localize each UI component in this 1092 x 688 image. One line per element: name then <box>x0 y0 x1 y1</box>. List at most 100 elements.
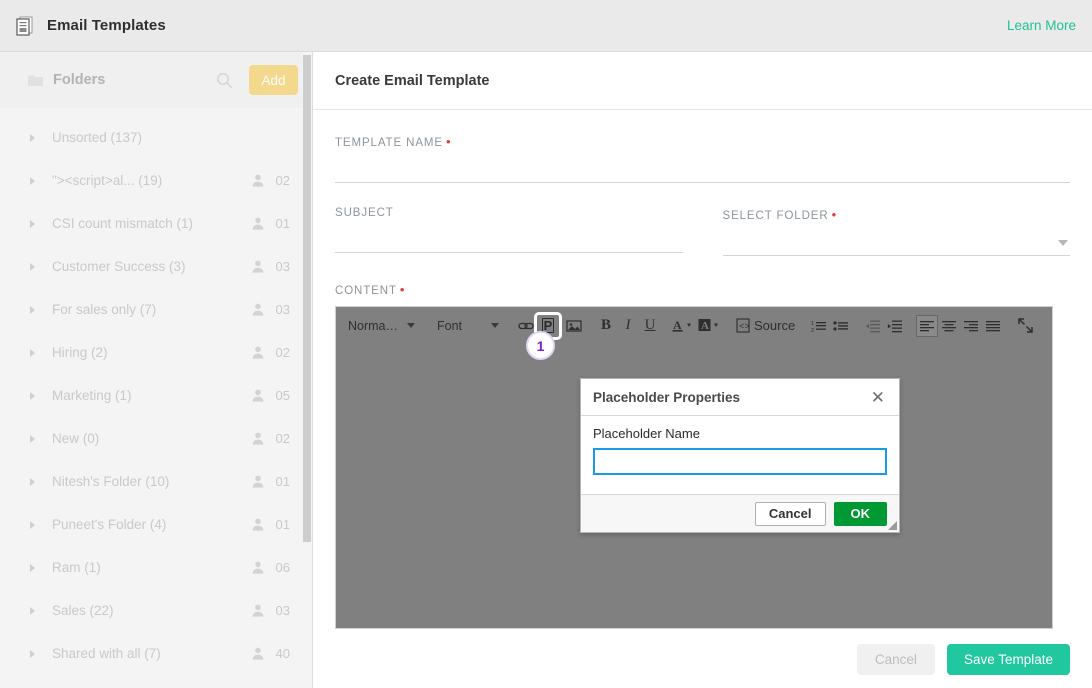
paragraph-format-dropdown[interactable]: Norma… <box>342 314 421 338</box>
editor-toolbar: Norma… Font P B I U A A <> Source 1 2 <box>336 307 1052 344</box>
placeholder-name-input[interactable] <box>593 448 887 475</box>
subject-label: SUBJECT <box>335 207 394 219</box>
svg-text:1: 1 <box>811 321 814 327</box>
folder-share-count: 05 <box>275 388 290 403</box>
maximize-icon[interactable] <box>1014 315 1036 337</box>
select-folder-input[interactable] <box>722 222 1070 256</box>
subject-input[interactable] <box>335 219 683 253</box>
folder-name: For sales only (7) <box>52 302 157 317</box>
chevron-down-icon <box>407 323 416 328</box>
template-name-input[interactable] <box>335 149 1070 183</box>
align-right-icon[interactable] <box>960 315 982 337</box>
font-dropdown[interactable]: Font <box>431 314 505 338</box>
content-label: CONTENT • <box>335 282 1070 297</box>
folder-row[interactable]: Sales (22) 03 <box>0 589 312 632</box>
panel-footer: Cancel Save Template <box>313 630 1092 688</box>
folder-icon <box>28 75 43 86</box>
expand-caret-icon[interactable] <box>30 477 35 486</box>
email-templates-page: Email Templates Learn More Folders Add U… <box>0 0 1092 688</box>
person-icon <box>252 432 264 445</box>
expand-caret-icon[interactable] <box>30 563 35 572</box>
expand-caret-icon[interactable] <box>30 348 35 357</box>
folder-share-info: 03 <box>252 259 290 274</box>
folder-row[interactable]: Shared with all (7) 40 <box>0 632 312 675</box>
expand-caret-icon[interactable] <box>30 649 35 658</box>
expand-caret-icon[interactable] <box>30 219 35 228</box>
folder-name: Puneet's Folder (4) <box>52 517 167 532</box>
expand-caret-icon[interactable] <box>30 520 35 529</box>
folder-row[interactable]: "><script>al... (19) 02 <box>0 159 312 202</box>
search-icon[interactable] <box>216 72 233 89</box>
align-left-icon[interactable] <box>916 314 939 337</box>
source-icon[interactable]: <> Source <box>733 315 798 337</box>
background-color-icon[interactable]: A <box>697 315 723 337</box>
folder-row[interactable]: Unsorted (137) <box>0 116 312 159</box>
add-folder-button[interactable]: Add <box>249 65 298 95</box>
person-icon <box>252 260 264 273</box>
folder-name: Unsorted (137) <box>52 130 143 145</box>
create-template-panel: Create Email Template TEMPLATE NAME • SUB… <box>313 52 1092 688</box>
align-center-icon[interactable] <box>938 315 960 337</box>
template-name-label-text: TEMPLATE NAME <box>335 137 443 149</box>
folder-row[interactable]: New (0) 02 <box>0 417 312 460</box>
folder-name: Shared with all (7) <box>52 646 161 661</box>
expand-caret-icon[interactable] <box>30 606 35 615</box>
folder-share-count: 02 <box>275 431 290 446</box>
outdent-icon[interactable] <box>862 315 884 337</box>
folder-row[interactable]: Puneet's Folder (4) 01 <box>0 503 312 546</box>
folder-row[interactable]: For sales only (7) 03 <box>0 288 312 331</box>
folder-share-count: 01 <box>275 474 290 489</box>
select-folder-field: SELECT FOLDER • <box>722 207 1070 256</box>
expand-caret-icon[interactable] <box>30 305 35 314</box>
expand-caret-icon[interactable] <box>30 262 35 271</box>
indent-icon[interactable] <box>884 315 906 337</box>
folder-row[interactable]: Hiring (2) 02 <box>0 331 312 374</box>
save-template-button[interactable]: Save Template <box>946 643 1070 675</box>
panel-header: Create Email Template <box>313 52 1092 110</box>
folder-share-count: 06 <box>275 560 290 575</box>
sidebar-scrollbar-thumb[interactable] <box>303 55 311 542</box>
align-justify-icon[interactable] <box>982 315 1004 337</box>
expand-caret-icon[interactable] <box>30 434 35 443</box>
folder-name: Sales (22) <box>52 603 114 618</box>
subject-field: SUBJECT <box>335 207 683 256</box>
dialog-title: Placeholder Properties <box>593 389 741 405</box>
select-folder-label-text: SELECT FOLDER <box>722 210 829 222</box>
sidebar-scrollbar-track[interactable] <box>302 52 312 688</box>
expand-caret-icon[interactable] <box>30 133 35 142</box>
cancel-button[interactable]: Cancel <box>856 643 935 675</box>
folders-sidebar: Folders Add Unsorted (137) "><script>al..… <box>0 52 313 688</box>
folder-row[interactable]: Marketing (1) 05 <box>0 374 312 417</box>
text-color-icon[interactable]: A <box>671 315 697 337</box>
resize-grip-icon[interactable] <box>888 521 897 530</box>
dialog-cancel-button[interactable]: Cancel <box>754 501 826 526</box>
folder-name: Nitesh's Folder (10) <box>52 474 170 489</box>
expand-caret-icon[interactable] <box>30 391 35 400</box>
folder-row[interactable]: Nitesh's Folder (10) 01 <box>0 460 312 503</box>
folder-share-info: 05 <box>252 388 290 403</box>
person-icon <box>252 389 264 402</box>
close-icon[interactable]: ✕ <box>869 389 887 406</box>
italic-icon[interactable]: I <box>617 315 639 337</box>
required-asterisk: • <box>399 282 406 297</box>
svg-text:2: 2 <box>811 328 814 333</box>
bulleted-list-icon[interactable] <box>830 315 852 337</box>
numbered-list-icon[interactable]: 1 2 <box>808 315 830 337</box>
learn-more-link[interactable]: Learn More <box>1007 18 1076 33</box>
folder-share-info: 40 <box>252 646 290 661</box>
dialog-header: Placeholder Properties ✕ <box>581 379 899 416</box>
folder-row[interactable]: Ram (1) 06 <box>0 546 312 589</box>
folder-row[interactable]: CSI count mismatch (1) 01 <box>0 202 312 245</box>
folder-share-count: 03 <box>275 603 290 618</box>
folder-name: New (0) <box>52 431 100 446</box>
bold-icon[interactable]: B <box>595 315 617 337</box>
dialog-ok-button[interactable]: OK <box>833 501 887 526</box>
folder-share-info: 01 <box>252 216 290 231</box>
expand-caret-icon[interactable] <box>30 176 35 185</box>
underline-icon[interactable]: U <box>639 315 661 337</box>
folder-row[interactable]: Customer Success (3) 03 <box>0 245 312 288</box>
step-badge: 1 <box>526 331 555 360</box>
placeholder-properties-dialog: Placeholder Properties ✕ Placeholder Nam… <box>580 378 900 533</box>
image-icon[interactable] <box>563 315 585 337</box>
folders-header: Folders Add <box>0 52 312 108</box>
